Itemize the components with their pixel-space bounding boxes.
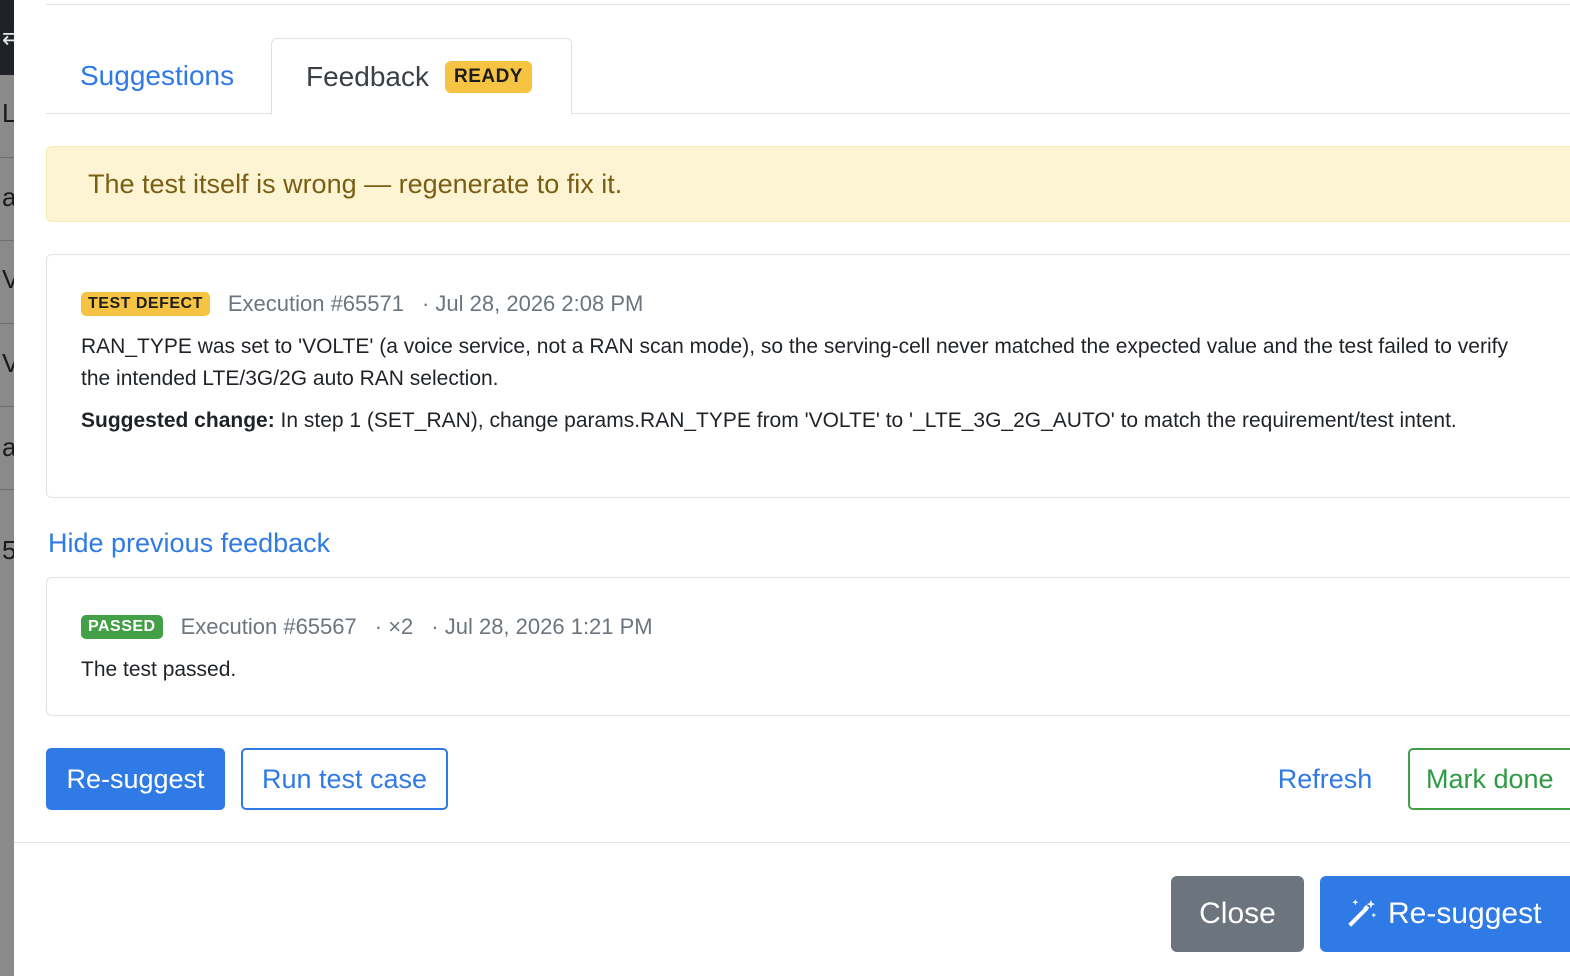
background-glyph: a xyxy=(2,182,14,212)
tab-bar: Suggestions Feedback READY xyxy=(46,38,1570,115)
background-page-strip: ⇄ L a V V a 5 xyxy=(0,0,14,976)
tab-feedback-label: Feedback xyxy=(306,60,429,92)
execution-count: · ×2 xyxy=(374,614,414,639)
background-glyph: a xyxy=(2,432,14,462)
tab-suggestions[interactable]: Suggestions xyxy=(46,38,268,114)
modal-top-divider xyxy=(46,4,1570,5)
tab-suggestions-label: Suggestions xyxy=(80,60,235,91)
mark-done-button[interactable]: Mark done xyxy=(1408,748,1570,810)
background-row-divider xyxy=(0,323,14,324)
background-glyph: 5 xyxy=(2,535,14,565)
test-wrong-alert: The test itself is wrong — regenerate to… xyxy=(46,146,1570,222)
suggested-change: Suggested change: In step 1 (SET_RAN), c… xyxy=(81,405,1542,437)
status-badge: PASSED xyxy=(81,615,163,639)
execution-link: Execution #65567 xyxy=(180,614,357,639)
background-glyph: V xyxy=(2,348,14,378)
run-test-case-button[interactable]: Run test case xyxy=(241,748,448,810)
execution-link: Execution #65571 xyxy=(227,291,404,316)
collapse-arrow-icon: ⇄ xyxy=(2,24,14,49)
feedback-timestamp: · Jul 28, 2026 2:08 PM xyxy=(421,291,644,316)
background-row-divider xyxy=(0,157,14,158)
refresh-button[interactable]: Refresh xyxy=(1262,748,1388,810)
feedback-description: The test passed. xyxy=(81,658,237,681)
feedback-description: RAN_TYPE was set to 'VOLTE' (a voice ser… xyxy=(81,335,1508,390)
suggested-change-text: In step 1 (SET_RAN), change params.RAN_T… xyxy=(274,409,1457,432)
feedback-card-current: TEST DEFECT Execution #65571 · Jul 28, 2… xyxy=(46,254,1570,498)
background-glyph: V xyxy=(2,264,14,294)
hide-previous-feedback-link[interactable]: Hide previous feedback xyxy=(48,528,330,559)
suggested-change-label: Suggested change: xyxy=(81,409,275,432)
status-badge: TEST DEFECT xyxy=(81,292,210,316)
footer-resuggest-button[interactable]: Re-suggest xyxy=(1320,876,1570,952)
feedback-timestamp: · Jul 28, 2026 1:21 PM xyxy=(431,614,653,639)
background-row-divider xyxy=(0,240,14,241)
feedback-meta: PASSED Execution #65567 · ×2 · Jul 28, 2… xyxy=(81,612,1542,642)
feedback-modal: Suggestions Feedback READY The test itse… xyxy=(14,0,1570,976)
magic-wand-icon xyxy=(1348,899,1377,927)
background-row-divider xyxy=(0,406,14,407)
alert-text: The test itself is wrong — regenerate to… xyxy=(88,168,623,199)
resuggest-button[interactable]: Re-suggest xyxy=(46,748,225,810)
footer-resuggest-label: Re-suggest xyxy=(1388,897,1542,930)
background-row-divider xyxy=(0,489,14,490)
ready-badge: READY xyxy=(444,60,532,93)
tab-feedback[interactable]: Feedback READY xyxy=(271,38,572,115)
feedback-card-previous: PASSED Execution #65567 · ×2 · Jul 28, 2… xyxy=(46,577,1570,716)
feedback-meta: TEST DEFECT Execution #65571 · Jul 28, 2… xyxy=(81,289,1542,319)
background-glyph: L xyxy=(2,98,14,128)
footer-divider xyxy=(14,842,1570,843)
close-button[interactable]: Close xyxy=(1171,876,1304,952)
